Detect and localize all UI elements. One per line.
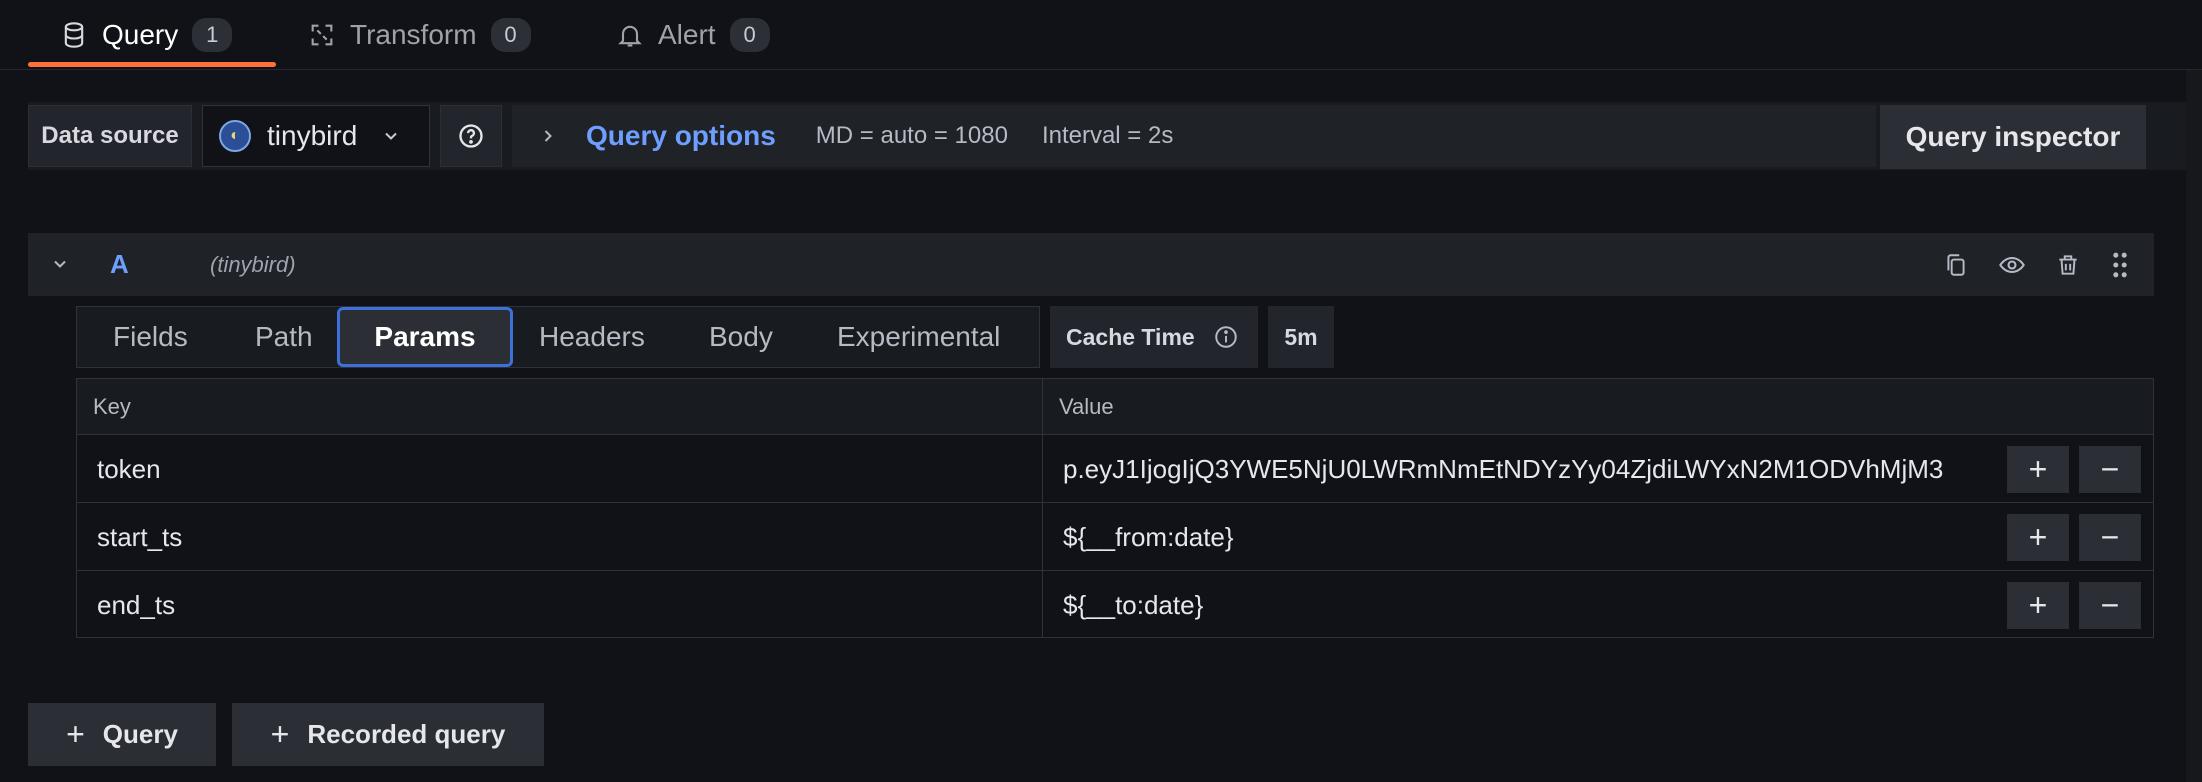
params-table: Key Value token p.eyJ1IjogIjQ3YWE5NjU0LW… bbox=[76, 378, 2154, 638]
cache-time-value[interactable]: 5m bbox=[1268, 306, 1334, 368]
query-row-header: A (tinybird) bbox=[28, 233, 2154, 296]
tab-transform-count: 0 bbox=[490, 18, 531, 52]
tinybird-logo-icon: ◐ bbox=[219, 120, 251, 152]
transform-icon bbox=[311, 24, 333, 46]
tab-query[interactable]: Query 1 bbox=[60, 0, 233, 70]
eye-icon bbox=[1999, 256, 2025, 273]
data-source-picker[interactable]: ◐ tinybird bbox=[202, 105, 430, 167]
add-recorded-query-label: Recorded query bbox=[307, 719, 506, 749]
table-row: end_ts ${__to:date} + − bbox=[77, 572, 2153, 639]
minus-icon: − bbox=[2100, 451, 2120, 487]
subtab-headers[interactable]: Headers bbox=[539, 307, 645, 367]
plus-icon: + bbox=[2028, 587, 2048, 623]
plus-icon: + bbox=[66, 716, 85, 752]
query-ref-id[interactable]: A bbox=[110, 249, 129, 280]
add-query-button[interactable]: + Query bbox=[28, 703, 216, 766]
param-key[interactable]: end_ts bbox=[97, 572, 175, 639]
remove-query-button[interactable] bbox=[2048, 233, 2088, 296]
subtab-params[interactable]: Params bbox=[337, 307, 513, 367]
collapse-chevron-icon[interactable] bbox=[50, 254, 70, 274]
data-source-help-button[interactable] bbox=[440, 105, 502, 167]
remove-param-button[interactable]: − bbox=[2079, 514, 2141, 561]
interval-info: Interval = 2s bbox=[1041, 122, 1174, 149]
active-tab-indicator bbox=[28, 62, 276, 67]
toggle-visibility-button[interactable] bbox=[1992, 233, 2032, 296]
tab-transform[interactable]: Transform 0 bbox=[308, 0, 531, 70]
param-key[interactable]: token bbox=[97, 436, 161, 503]
column-header-key: Key bbox=[93, 394, 131, 419]
param-value[interactable]: ${__to:date} bbox=[1063, 572, 1203, 639]
tab-query-label: Query bbox=[102, 19, 179, 50]
params-table-header: Key Value bbox=[77, 379, 2153, 435]
query-editor-subtabs: Fields Path Params Headers Body Experime… bbox=[76, 306, 1040, 368]
duplicate-query-button[interactable] bbox=[1936, 233, 1976, 296]
copy-icon bbox=[1947, 253, 1965, 276]
question-circle-icon bbox=[459, 124, 483, 148]
remove-param-button[interactable]: − bbox=[2079, 582, 2141, 629]
param-key[interactable]: start_ts bbox=[97, 504, 182, 571]
table-row: token p.eyJ1IjogIjQ3YWE5NjU0LWRmNmEtNDYz… bbox=[77, 436, 2153, 503]
query-options-toggle[interactable]: Query options MD = auto = 1080 Interval … bbox=[512, 105, 1876, 167]
add-param-button[interactable]: + bbox=[2007, 582, 2069, 629]
add-query-label: Query bbox=[102, 719, 178, 749]
param-value[interactable]: p.eyJ1IjogIjQ3YWE5NjU0LWRmNmEtNDYzYy04Zj… bbox=[1063, 436, 2003, 503]
chevron-right-icon bbox=[544, 130, 552, 142]
minus-icon: − bbox=[2100, 587, 2120, 623]
cache-time-text: Cache Time bbox=[1066, 323, 1195, 350]
tab-alert-label: Alert bbox=[658, 19, 716, 50]
tab-transform-label: Transform bbox=[350, 19, 477, 50]
max-data-points-info: MD = auto = 1080 bbox=[815, 122, 1008, 149]
add-param-button[interactable]: + bbox=[2007, 514, 2069, 561]
data-source-label: Data source bbox=[28, 105, 192, 167]
tab-query-count: 1 bbox=[192, 18, 233, 52]
subtab-experimental[interactable]: Experimental bbox=[837, 307, 1000, 367]
scrollbar[interactable] bbox=[2186, 70, 2202, 782]
query-inspector-button[interactable]: Query inspector bbox=[1880, 105, 2146, 169]
tab-alert[interactable]: Alert 0 bbox=[616, 0, 770, 70]
plus-icon: + bbox=[2028, 519, 2048, 555]
column-header-value: Value bbox=[1059, 394, 1114, 419]
database-icon bbox=[64, 22, 84, 48]
trash-icon bbox=[2059, 254, 2077, 275]
info-icon[interactable] bbox=[1213, 324, 1239, 350]
subtab-path[interactable]: Path bbox=[255, 307, 313, 367]
chevron-down-icon bbox=[385, 132, 397, 140]
data-source-value: tinybird bbox=[267, 120, 358, 151]
drag-handle-icon bbox=[2113, 252, 2127, 277]
subtab-body[interactable]: Body bbox=[709, 307, 773, 367]
tab-alert-count: 0 bbox=[729, 18, 770, 52]
bell-icon bbox=[618, 25, 642, 47]
add-param-button[interactable]: + bbox=[2007, 446, 2069, 493]
plus-icon: + bbox=[270, 716, 290, 752]
drag-handle[interactable] bbox=[2100, 233, 2140, 296]
table-row: start_ts ${__from:date} + − bbox=[77, 504, 2153, 571]
param-value[interactable]: ${__from:date} bbox=[1063, 504, 1234, 571]
minus-icon: − bbox=[2100, 519, 2120, 555]
plus-icon: + bbox=[2028, 451, 2048, 487]
query-options-title: Query options bbox=[586, 120, 776, 151]
remove-param-button[interactable]: − bbox=[2079, 446, 2141, 493]
query-datasource-name: (tinybird) bbox=[210, 251, 296, 277]
cache-time-label: Cache Time bbox=[1050, 306, 1258, 368]
subtab-fields[interactable]: Fields bbox=[113, 307, 188, 367]
add-recorded-query-button[interactable]: + Recorded query bbox=[232, 703, 544, 766]
